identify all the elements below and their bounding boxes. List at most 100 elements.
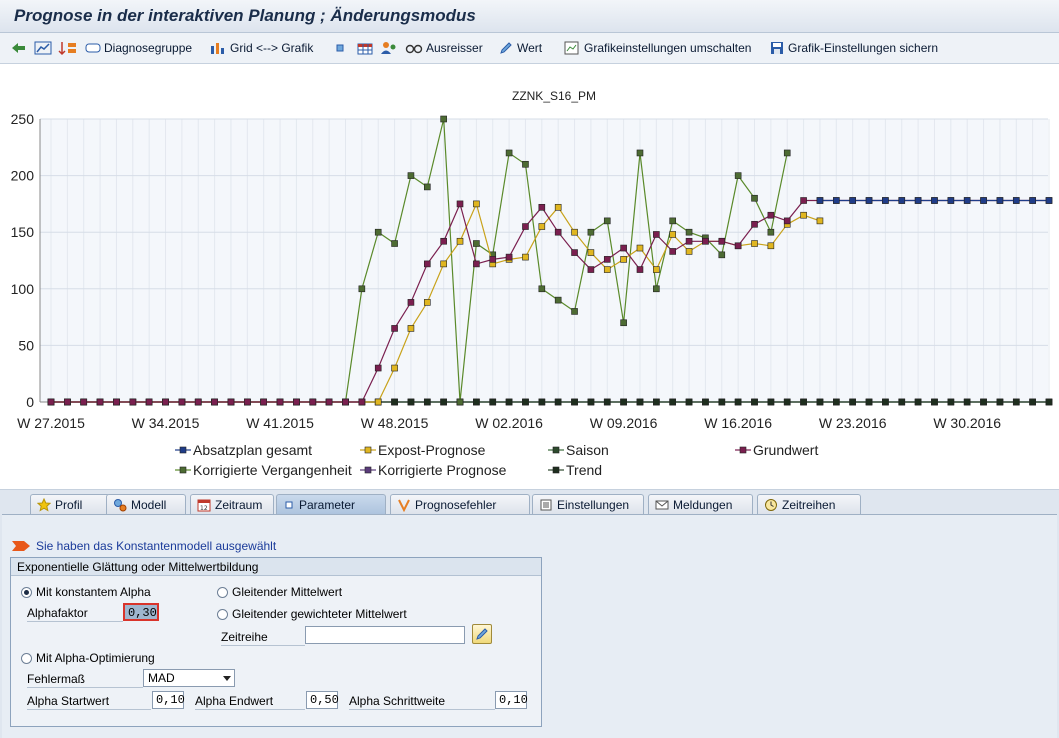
data-point: [522, 160, 529, 168]
data-point: [636, 244, 644, 252]
diagnosegruppe-label: Diagnosegruppe: [104, 41, 193, 55]
legend-label: Korrigierte Vergangenheit: [193, 462, 352, 478]
data-point: [64, 398, 71, 406]
fehlermass-select[interactable]: MAD: [143, 669, 235, 687]
alpha-endwert-field[interactable]: 0,50: [306, 691, 339, 709]
data-point: [162, 398, 169, 406]
wert-button[interactable]: Wert: [498, 38, 542, 58]
x-tick-label: W 27.2015: [17, 415, 85, 431]
grafikeinstellungen-umschalten-button[interactable]: Grafikeinstellungen umschalten: [563, 38, 751, 58]
save-icon: [771, 42, 783, 54]
tab-profil[interactable]: Profil: [30, 494, 110, 514]
y-tick-label: 150: [11, 224, 35, 240]
select-button[interactable]: [334, 38, 346, 58]
data-point: [800, 398, 807, 406]
sort-button[interactable]: [58, 38, 78, 58]
legend-label: Grundwert: [753, 442, 818, 458]
data-point: [685, 248, 693, 255]
legend-label: Expost-Prognose: [378, 442, 486, 458]
data-point: [374, 364, 382, 372]
table-settings-button[interactable]: [356, 38, 374, 58]
data-point: [505, 253, 513, 261]
radio-weighted-moving-average-dot[interactable]: [217, 608, 228, 620]
y-tick-label: 250: [11, 111, 35, 127]
data-point: [1029, 197, 1036, 204]
data-point: [145, 398, 153, 406]
legend-marker: [179, 446, 187, 454]
data-point: [178, 398, 186, 406]
pencil-icon: [500, 42, 512, 54]
data-point: [996, 197, 1004, 204]
info-arrow-icon: [12, 541, 30, 551]
calendar-icon: 12: [197, 499, 211, 512]
data-point: [587, 398, 595, 406]
data-point: [587, 228, 595, 236]
data-point: [211, 398, 218, 406]
data-point: [980, 197, 987, 204]
data-point: [685, 398, 693, 406]
radio-alpha-optimization[interactable]: Mit Alpha-Optimierung: [21, 651, 155, 665]
zeitreihe-field[interactable]: [305, 626, 465, 644]
grafik-einstellungen-sichern-button[interactable]: Grafik-Einstellungen sichern: [769, 38, 938, 58]
forecast-chart: 0 50 100 150 200 250 W 27.2015 W 34.2015 W 41.20…: [11, 89, 1053, 478]
alphafaktor-field[interactable]: 0,30: [123, 603, 159, 621]
tab-modell[interactable]: Modell: [106, 494, 186, 514]
back-arrow-button[interactable]: [10, 38, 28, 58]
alpha-startwert-label: Alpha Startwert: [27, 694, 151, 710]
edit-zeitreihe-button[interactable]: [472, 624, 492, 644]
data-point: [620, 244, 627, 252]
data-point: [767, 242, 775, 250]
legend-marker: [179, 466, 187, 474]
tab-prognosefehler[interactable]: Prognosefehler: [390, 494, 530, 514]
data-point: [767, 228, 775, 236]
data-point: [538, 285, 546, 293]
data-point: [620, 319, 627, 327]
users-button[interactable]: [380, 38, 398, 58]
tab-parameter[interactable]: Parameter: [276, 494, 386, 514]
data-point: [473, 260, 480, 268]
application-toolbar: Diagnosegruppe Grid <--> Grafik Ausreiss…: [0, 33, 1059, 64]
tab-meldungen[interactable]: Meldungen: [648, 494, 753, 514]
data-point: [947, 398, 955, 406]
info-message: Sie haben das Konstantenmodell ausgewähl…: [12, 539, 276, 553]
fehlermass-select-value: MAD: [148, 671, 175, 685]
grid-grafik-button[interactable]: Grid <--> Grafik: [209, 38, 313, 58]
tab-zeitreihen-label: Zeitreihen: [782, 497, 836, 512]
data-point: [653, 266, 660, 273]
tab-prognosefehler-label: Prognosefehler: [415, 497, 497, 512]
data-point: [653, 398, 660, 406]
fehlermass-label: Fehlermaß: [27, 672, 143, 688]
tab-einstellungen[interactable]: Einstellungen: [532, 494, 644, 514]
data-point: [325, 398, 333, 406]
radio-constant-alpha-dot[interactable]: [21, 586, 32, 598]
alpha-schrittweite-field[interactable]: 0,10: [495, 691, 528, 709]
radio-alpha-optimization-dot[interactable]: [21, 652, 32, 664]
radio-constant-alpha-label: Mit konstantem Alpha: [36, 585, 151, 599]
data-point: [718, 398, 726, 406]
ausreisser-button[interactable]: Ausreisser: [405, 38, 483, 58]
data-point: [963, 398, 971, 406]
alpha-schrittweite-label-text: Alpha Schrittweite: [349, 694, 446, 708]
radio-weighted-moving-average[interactable]: Gleitender gewichteter Mittelwert: [217, 607, 407, 621]
tab-zeitreihen[interactable]: Zeitreihen: [757, 494, 861, 514]
radio-constant-alpha[interactable]: Mit konstantem Alpha: [21, 585, 151, 599]
tab-zeitraum[interactable]: 12 Zeitraum: [190, 494, 274, 514]
diagnosegruppe-button[interactable]: Diagnosegruppe: [85, 38, 192, 58]
grafikeinstellungen-umschalten-label: Grafikeinstellungen umschalten: [584, 41, 752, 55]
data-point: [620, 256, 627, 263]
data-point: [734, 398, 742, 406]
data-point: [865, 398, 873, 406]
data-point: [423, 260, 431, 268]
radio-moving-average-dot[interactable]: [217, 586, 228, 598]
outlier-icon: [405, 44, 423, 54]
data-point: [783, 217, 791, 225]
data-point: [391, 240, 398, 247]
alpha-startwert-field[interactable]: 0,10: [152, 691, 185, 709]
data-point: [554, 203, 562, 211]
data-point: [571, 228, 578, 236]
data-point: [898, 197, 906, 204]
data-point: [833, 398, 840, 406]
data-point: [636, 266, 644, 273]
line-chart-button[interactable]: [34, 38, 52, 58]
radio-moving-average[interactable]: Gleitender Mittelwert: [217, 585, 342, 599]
